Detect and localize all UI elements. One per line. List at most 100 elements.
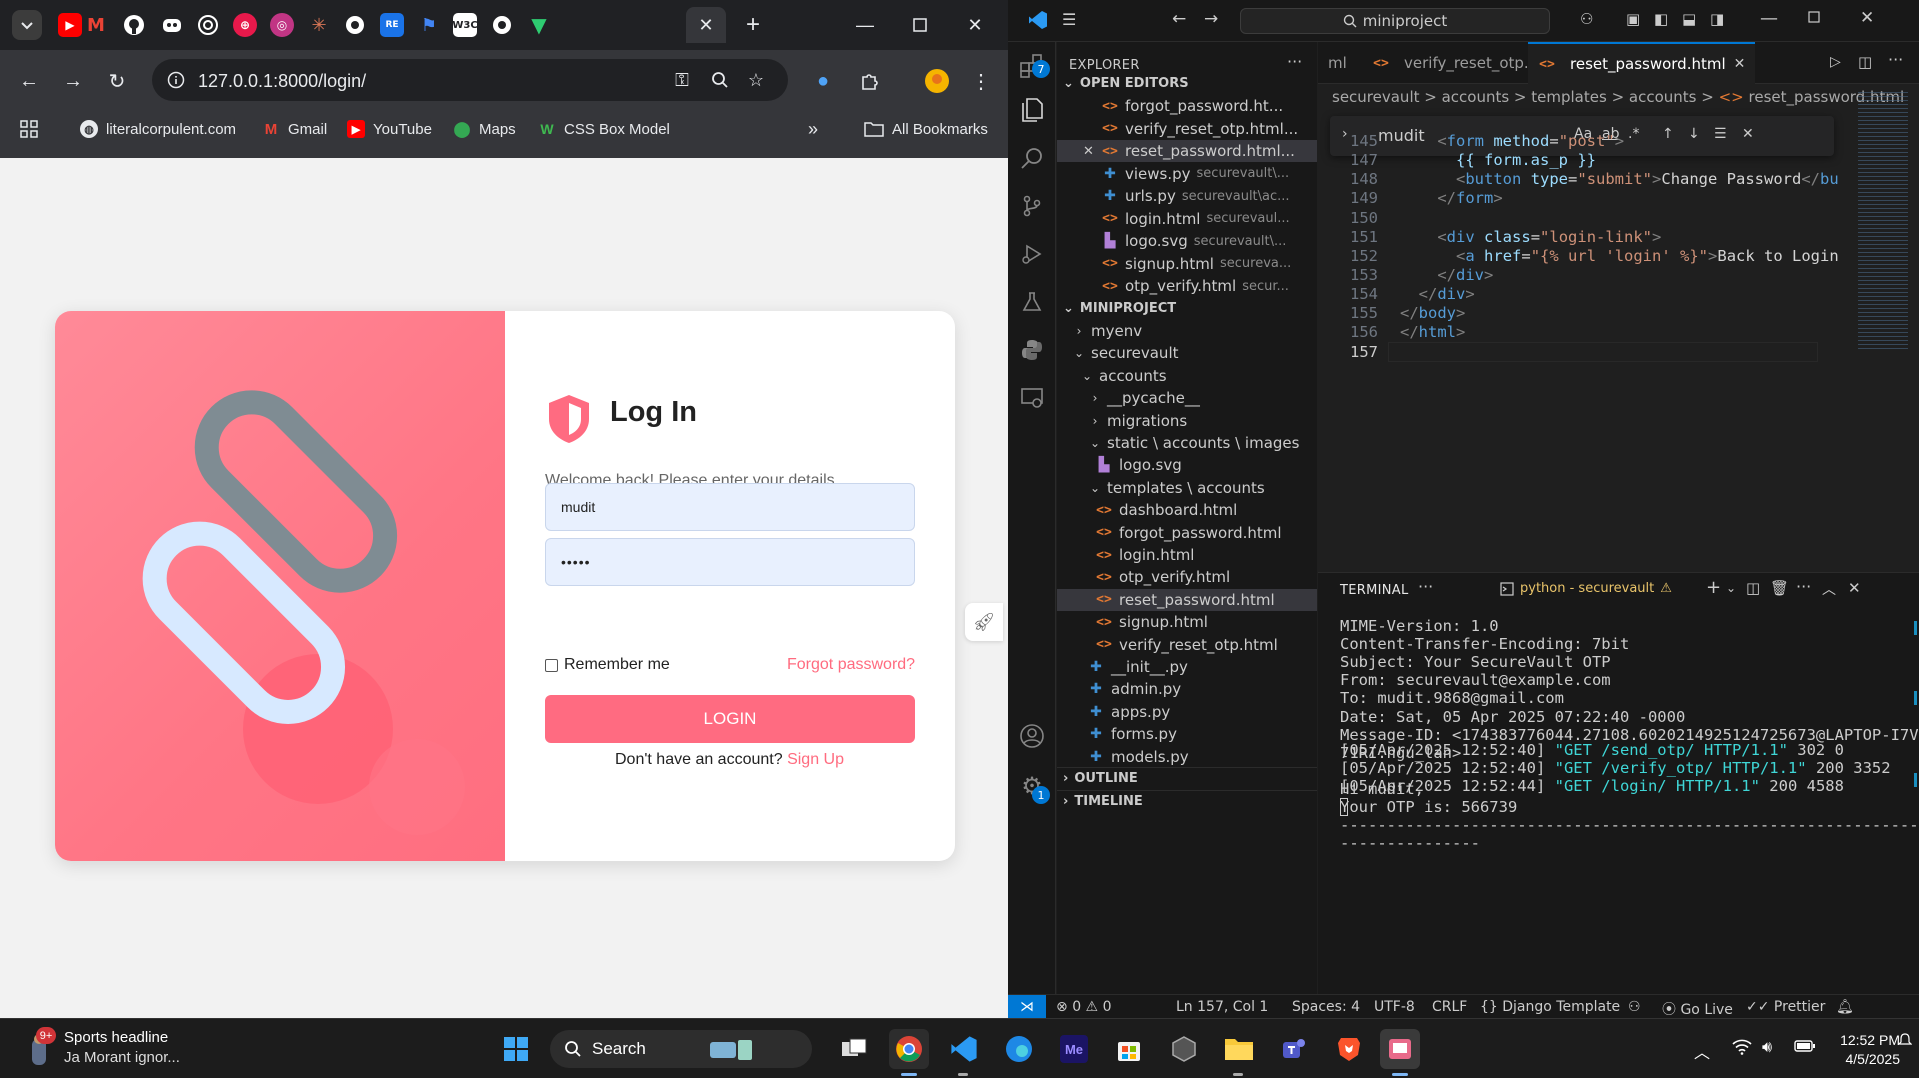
tree-file[interactable]: ✚ __init__.py (1057, 656, 1317, 678)
open-editor-item[interactable]: <> forgot_password.ht... (1057, 95, 1317, 117)
vs-close-button[interactable]: ✕ (1860, 8, 1874, 28)
edge-taskbar-icon[interactable] (999, 1029, 1039, 1069)
hamburger-menu-icon[interactable]: ☰ (1062, 10, 1076, 29)
tree-file[interactable]: <> login.html (1057, 544, 1317, 566)
copilot-status-icon[interactable]: ⚇ (1628, 999, 1641, 1015)
notifications-bell-icon[interactable]: 🔔︎ (1836, 999, 1854, 1015)
tab-search-button[interactable] (12, 10, 42, 40)
microsoft-store-icon[interactable] (1109, 1029, 1149, 1069)
show-hidden-icons[interactable]: ︿ (1694, 1039, 1710, 1063)
tree-folder[interactable]: ⌄ accounts (1057, 365, 1317, 387)
miniproject-section[interactable]: ⌄ MINIPROJECT (1057, 297, 1317, 319)
tab-app-icon[interactable]: ⊕ (233, 13, 257, 37)
system-clock[interactable]: 12:52 PM 4/5/2025 (1830, 1031, 1900, 1069)
explorer-icon[interactable] (1018, 96, 1046, 124)
forward-button[interactable]: → (58, 66, 88, 96)
code-line[interactable]: </div> (1400, 266, 1493, 284)
bookmark-gmail[interactable]: M Gmail (262, 116, 327, 142)
tab-chatgpt-icon[interactable] (343, 13, 367, 37)
split-terminal-icon[interactable]: ◫ (1746, 579, 1760, 597)
source-control-icon[interactable] (1018, 192, 1046, 220)
code-line[interactable]: <button type="submit">Change Password</b… (1400, 170, 1839, 188)
close-editor-icon[interactable]: ✕ (1083, 144, 1094, 159)
rocket-icon[interactable]: 🚀︎ (965, 603, 1003, 641)
key-icon[interactable]: ⚿ (670, 68, 694, 92)
tab-dribbble-icon[interactable]: ◎ (270, 13, 294, 37)
language-mode[interactable]: {} Django Template (1480, 999, 1620, 1015)
tree-file[interactable]: ✚ apps.py (1057, 701, 1317, 723)
tree-file[interactable]: <> dashboard.html (1057, 499, 1317, 521)
minimap[interactable] (1858, 92, 1908, 352)
bookmark-maps[interactable]: ⬤ Maps (453, 116, 516, 142)
open-editor-item[interactable]: <> otp_verify.html secur... (1057, 275, 1317, 297)
close-find-icon[interactable]: ✕ (1742, 126, 1754, 142)
taskbar-search[interactable]: Search (550, 1030, 812, 1068)
toggle-sidebar-icon[interactable]: ◧ (1654, 10, 1668, 28)
tab-reset-password[interactable]: <> reset_password.html ✕ (1528, 42, 1756, 84)
end-of-line[interactable]: CRLF (1432, 999, 1467, 1015)
apps-grid-icon[interactable] (20, 116, 38, 142)
open-editor-item[interactable]: <> signup.html secureva... (1057, 253, 1317, 275)
code-line[interactable]: </body> (1400, 304, 1465, 322)
tab-chatgpt2-icon[interactable] (490, 13, 514, 37)
remember-me-checkbox[interactable] (545, 658, 558, 672)
tab-copilot-icon[interactable] (160, 13, 184, 37)
prettier-status[interactable]: ✓✓ Prettier (1746, 999, 1825, 1015)
remote-explorer-icon[interactable] (1018, 384, 1046, 412)
tab-w3c-icon[interactable]: W3C (452, 13, 478, 37)
notifications-icon[interactable] (1898, 1033, 1912, 1047)
tree-file[interactable]: <> forgot_password.html (1057, 522, 1317, 544)
code-line[interactable]: <a href="{% url 'login' %}">Back to Logi… (1400, 247, 1839, 265)
tree-folder[interactable]: ⌄ templates \ accounts (1057, 477, 1317, 499)
timeline-section[interactable]: › TIMELINE (1057, 790, 1317, 812)
code-line[interactable]: </html> (1400, 323, 1465, 341)
kill-terminal-icon[interactable]: 🗑︎ (1770, 579, 1789, 597)
python-icon[interactable] (1018, 336, 1046, 364)
tree-folder[interactable]: ⌄ securevault (1057, 342, 1317, 364)
tab-active-close-icon[interactable]: ✕ (686, 7, 726, 43)
nav-forward-icon[interactable]: → (1204, 9, 1218, 29)
brave-icon[interactable] (1329, 1029, 1369, 1069)
bookmark-css-box-model[interactable]: W CSS Box Model (538, 116, 670, 142)
open-editor-item[interactable]: ✚ urls.py securevault\ac... (1057, 185, 1317, 207)
volume-icon[interactable]: 🔊︎ (1762, 1039, 1772, 1057)
outline-section[interactable]: › OUTLINE (1057, 767, 1317, 789)
site-info-icon[interactable] (164, 68, 188, 92)
all-bookmarks-folder[interactable]: All Bookmarks (864, 116, 988, 142)
code-line[interactable]: <form method="post"> (1400, 132, 1624, 150)
reload-button[interactable]: ↻ (102, 66, 132, 96)
battery-icon[interactable] (1794, 1039, 1816, 1053)
code-line[interactable]: </div> (1400, 285, 1475, 303)
vs-minimize-button[interactable]: — (1760, 8, 1778, 29)
bookmark-literalcorpulent[interactable]: ◍ literalcorpulent.com (80, 116, 236, 142)
new-terminal-icon[interactable]: + (1706, 577, 1721, 598)
breadcrumb-path[interactable]: securevault > accounts > templates > acc… (1332, 88, 1719, 106)
indentation[interactable]: Spaces: 4 (1292, 999, 1360, 1015)
tree-file[interactable]: ▙ logo.svg (1057, 454, 1317, 476)
signup-link[interactable]: Sign Up (787, 751, 844, 768)
start-windows-icon[interactable] (496, 1029, 536, 1069)
new-tab-button[interactable]: + (738, 10, 768, 40)
encoding[interactable]: UTF-8 (1374, 999, 1415, 1015)
nav-back-icon[interactable]: ← (1172, 9, 1186, 29)
maximize-panel-icon[interactable]: ︿ (1822, 579, 1836, 599)
terminal-more-icon[interactable]: ··· (1796, 577, 1811, 596)
profile-avatar[interactable] (922, 66, 952, 96)
tree-file[interactable]: ✚ admin.py (1057, 678, 1317, 700)
panel-more-icon[interactable]: ··· (1418, 577, 1433, 596)
minimize-button[interactable]: — (845, 12, 885, 38)
wifi-icon[interactable] (1732, 1039, 1752, 1055)
go-live-button[interactable]: ⦿ Go Live (1662, 999, 1733, 1019)
back-button[interactable]: ← (14, 66, 44, 96)
terminal-tab[interactable]: TERMINAL (1340, 583, 1409, 598)
tree-file[interactable]: ✚ models.py (1057, 746, 1317, 768)
maximize-button[interactable] (900, 12, 940, 38)
vscode-taskbar-icon[interactable] (944, 1029, 984, 1069)
close-window-button[interactable]: ✕ (955, 12, 995, 38)
terminal-dropdown-icon[interactable]: ⌄ (1726, 581, 1736, 595)
open-editor-item[interactable]: <> login.html securevaul... (1057, 208, 1317, 230)
regex-icon[interactable]: .* (1628, 126, 1639, 142)
remember-me-row[interactable]: Remember me (545, 656, 670, 674)
explorer-more-icon[interactable]: ··· (1287, 52, 1302, 71)
open-editors-section[interactable]: ⌄ OPEN EDITORS (1057, 72, 1317, 94)
